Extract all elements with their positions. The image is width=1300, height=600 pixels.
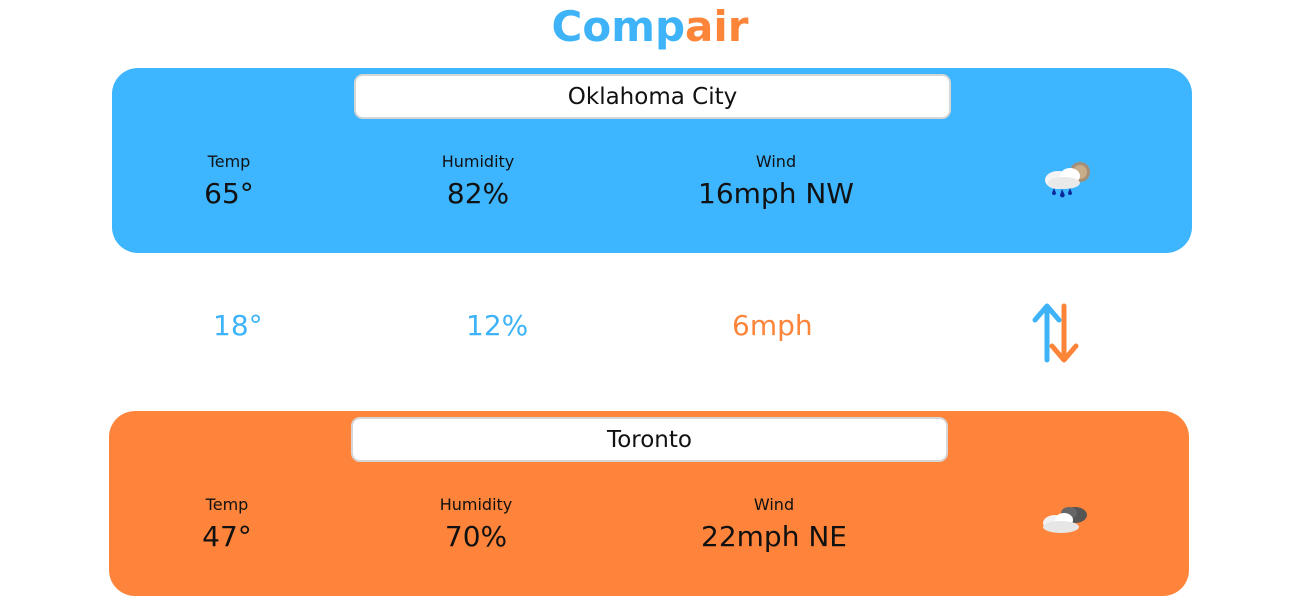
humidity-label: Humidity	[439, 495, 513, 514]
city1-humidity: Humidity 82%	[418, 152, 538, 210]
city2-humidity: Humidity 70%	[416, 495, 536, 553]
wind-value: 16mph NW	[698, 177, 854, 210]
temp-value: 47°	[202, 520, 252, 553]
humidity-value: 70%	[444, 520, 508, 553]
city1-card: Temp 65° Humidity 82% Wind 16mph NW	[112, 68, 1192, 253]
city2-input[interactable]	[351, 417, 948, 462]
temp-label: Temp	[205, 495, 249, 514]
city2-card: Temp 47° Humidity 70% Wind 22mph NE	[109, 411, 1189, 596]
temp-difference: 18°	[213, 309, 263, 342]
humidity-label: Humidity	[441, 152, 515, 171]
humidity-value: 82%	[446, 177, 510, 210]
city2-wind: Wind 22mph NE	[674, 495, 874, 553]
app-logo: Compair	[0, 2, 1300, 51]
cloudy-icon	[1043, 507, 1087, 533]
humidity-difference: 12%	[466, 309, 529, 342]
swap-arrows-icon[interactable]	[1030, 300, 1082, 366]
logo-part-comp: Comp	[551, 2, 686, 51]
rain-cloud-sun-icon	[1045, 162, 1090, 198]
city1-input[interactable]	[354, 74, 951, 119]
wind-label: Wind	[753, 495, 795, 514]
city2-temp: Temp 47°	[177, 495, 277, 553]
logo-part-air: air	[685, 2, 749, 51]
wind-label: Wind	[755, 152, 797, 171]
city1-temp: Temp 65°	[179, 152, 279, 210]
temp-label: Temp	[207, 152, 251, 171]
wind-difference: 6mph	[732, 309, 813, 342]
city1-wind: Wind 16mph NW	[676, 152, 876, 210]
wind-value: 22mph NE	[701, 520, 847, 553]
temp-value: 65°	[204, 177, 254, 210]
